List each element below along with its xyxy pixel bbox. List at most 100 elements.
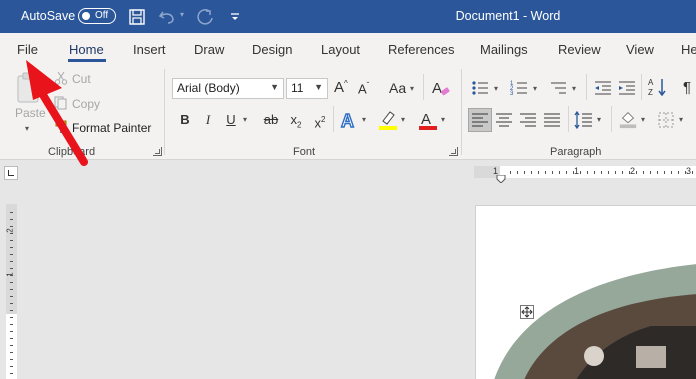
inserted-picture[interactable]	[476, 206, 696, 379]
tab-view[interactable]: View	[626, 42, 654, 57]
move-handle-icon[interactable]	[520, 305, 534, 319]
ruler-tick	[580, 171, 581, 174]
show-formatting-icon[interactable]: ¶	[683, 79, 691, 96]
ruler-tick	[10, 261, 13, 262]
ruler-tick	[10, 310, 13, 311]
ruler-tick	[531, 171, 532, 174]
decrease-indent-icon[interactable]	[593, 78, 613, 98]
font-inner-separator	[423, 74, 424, 100]
shading-icon[interactable]	[618, 109, 638, 129]
ruler-tick	[601, 171, 602, 174]
paragraph-group-label: Paragraph	[550, 146, 602, 158]
document-page[interactable]	[475, 205, 696, 379]
multilevel-list-icon[interactable]	[549, 78, 569, 98]
tab-design[interactable]: Design	[252, 42, 292, 57]
ruler-tick	[671, 171, 672, 174]
ruler-tick	[552, 171, 553, 174]
highlight-dropdown-icon[interactable]: ▾	[401, 115, 405, 124]
strikethrough-button[interactable]: ab	[260, 111, 282, 129]
italic-button[interactable]: I	[199, 111, 217, 129]
ruler-tick	[10, 289, 13, 290]
numbering-dropdown-icon[interactable]: ▾	[533, 84, 537, 93]
change-case-icon[interactable]: Aa	[389, 80, 406, 96]
subscript-button[interactable]: x2	[287, 111, 305, 130]
ruler-tick	[517, 171, 518, 174]
tab-layout[interactable]: Layout	[321, 42, 360, 57]
svg-text:A: A	[648, 78, 654, 87]
ruler-tick	[692, 171, 693, 174]
ruler-tick	[10, 324, 13, 325]
ruler-tick	[10, 240, 13, 241]
tab-insert[interactable]: Insert	[133, 42, 166, 57]
ruler-tick	[615, 171, 616, 174]
tab-references[interactable]: References	[388, 42, 454, 57]
superscript-button[interactable]: x2	[311, 111, 329, 130]
cut-icon[interactable]	[54, 71, 68, 85]
horizontal-ruler[interactable]	[474, 166, 696, 178]
font-launcher-icon[interactable]	[449, 147, 458, 156]
justify-icon[interactable]	[542, 110, 562, 130]
copy-button[interactable]: Copy	[72, 97, 100, 111]
line-spacing-icon[interactable]	[574, 110, 594, 130]
font-color-icon[interactable]: A	[418, 109, 438, 131]
clear-formatting-icon[interactable]: A	[431, 78, 451, 98]
document-title: Document1 - Word	[455, 9, 561, 23]
paste-dropdown-icon[interactable]: ▾	[25, 124, 29, 133]
tab-draw[interactable]: Draw	[194, 42, 224, 57]
bullets-dropdown-icon[interactable]: ▾	[494, 84, 498, 93]
ruler-tick	[10, 359, 13, 360]
text-effects-icon[interactable]: A	[339, 109, 361, 131]
change-case-dropdown-icon[interactable]: ▾	[410, 84, 414, 93]
font-name-dropdown[interactable]: Arial (Body) ▼	[172, 78, 284, 99]
tab-home[interactable]: Home	[69, 42, 104, 57]
align-center-icon[interactable]	[494, 110, 514, 130]
borders-icon[interactable]	[656, 110, 676, 130]
ruler-tick	[545, 171, 546, 174]
font-color-dropdown-icon[interactable]: ▾	[441, 115, 445, 124]
ruler-tick	[657, 171, 658, 174]
cut-button[interactable]: Cut	[72, 72, 91, 86]
ruler-number: 1	[574, 166, 580, 176]
borders-dropdown-icon[interactable]: ▾	[679, 115, 683, 124]
ruler-tick	[10, 268, 13, 269]
shrink-font-icon[interactable]: Aˇ	[358, 81, 369, 96]
shading-dropdown-icon[interactable]: ▾	[641, 115, 645, 124]
paste-icon[interactable]	[14, 72, 44, 104]
ruler-tick	[10, 212, 13, 213]
align-left-icon[interactable]	[470, 110, 490, 130]
indent-marker-icon[interactable]	[496, 175, 506, 183]
ruler-tick	[10, 303, 13, 304]
tab-stop-selector[interactable]	[4, 166, 18, 180]
highlight-icon[interactable]	[378, 109, 398, 131]
ruler-tick	[10, 373, 13, 374]
tab-file[interactable]: File	[17, 42, 38, 57]
clipboard-launcher-icon[interactable]	[153, 147, 162, 156]
underline-dropdown-icon[interactable]: ▾	[243, 115, 247, 124]
chevron-down-icon: ▼	[270, 82, 279, 92]
paste-button[interactable]: Paste	[15, 106, 46, 120]
numbering-icon[interactable]: 1 2 3	[510, 78, 530, 98]
format-painter-button[interactable]: Format Painter	[72, 121, 151, 135]
align-right-icon[interactable]	[518, 110, 538, 130]
multilevel-list-dropdown-icon[interactable]: ▾	[572, 84, 576, 93]
underline-button[interactable]: U	[222, 111, 240, 129]
font-group-label: Font	[293, 146, 316, 158]
copy-icon[interactable]	[54, 96, 68, 110]
text-effects-dropdown-icon[interactable]: ▾	[362, 115, 366, 124]
sort-icon[interactable]: A Z	[648, 77, 668, 97]
chevron-down-icon: ▼	[314, 82, 323, 92]
line-spacing-dropdown-icon[interactable]: ▾	[597, 115, 601, 124]
bullets-icon[interactable]	[471, 78, 491, 98]
format-painter-icon[interactable]	[54, 120, 68, 134]
bold-button[interactable]: B	[176, 111, 194, 129]
font-size-dropdown[interactable]: 11 ▼	[286, 78, 328, 99]
tab-review[interactable]: Review	[558, 42, 601, 57]
move-arrows-icon	[521, 306, 533, 318]
active-tab-indicator	[68, 59, 106, 62]
svg-text:A: A	[432, 80, 442, 97]
grow-font-icon[interactable]: A^	[334, 79, 348, 96]
tab-help[interactable]: He	[681, 42, 696, 57]
ruler-tick	[685, 171, 686, 174]
increase-indent-icon[interactable]	[617, 78, 637, 98]
tab-mailings[interactable]: Mailings	[480, 42, 528, 57]
